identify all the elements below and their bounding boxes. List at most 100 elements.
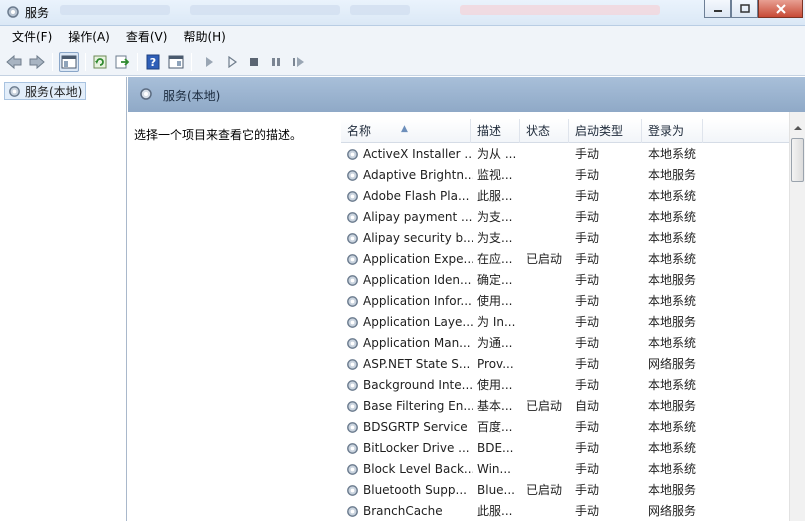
minimize-button[interactable] (704, 0, 731, 18)
table-row[interactable]: Application Infor... 使用... 手动 本地系统 (341, 291, 789, 312)
table-row[interactable]: Background Inte... 使用... 手动 本地系统 (341, 375, 789, 396)
forward-icon (29, 54, 45, 70)
service-status (526, 312, 572, 333)
vertical-scrollbar[interactable] (789, 112, 805, 521)
service-gear-icon (347, 485, 358, 496)
service-gear-icon (347, 422, 358, 433)
service-gear-icon (347, 506, 358, 517)
service-startup-type: 手动 (575, 378, 600, 392)
service-startup-type: 手动 (575, 483, 600, 497)
column-header-status[interactable]: 状态 (520, 119, 569, 143)
service-description: 监视... (477, 168, 513, 182)
service-description: 为支... (477, 231, 513, 245)
help-button[interactable]: ? (143, 52, 163, 72)
restart-service-button[interactable] (289, 52, 309, 72)
service-gear-icon (347, 275, 358, 286)
service-status (526, 459, 572, 480)
service-description: 使用... (477, 378, 513, 392)
table-row[interactable]: Block Level Back... Win... 手动 本地系统 (341, 459, 789, 480)
table-row[interactable]: ActiveX Installer ... 为从 ... 手动 本地系统 (341, 144, 789, 165)
service-startup-type: 手动 (575, 462, 600, 476)
table-row[interactable]: Alipay payment ... 为支... 手动 本地系统 (341, 207, 789, 228)
export-list-icon (115, 55, 130, 69)
tree-node-services-local[interactable]: 服务(本地) (4, 82, 87, 100)
background-window-ghost (460, 5, 660, 15)
table-row[interactable]: Application Laye... 为 In... 手动 本地服务 (341, 312, 789, 333)
service-gear-icon (347, 338, 358, 349)
scroll-up-button[interactable] (790, 120, 805, 136)
menu-view[interactable]: 查看(V) (118, 26, 176, 48)
close-icon (775, 3, 786, 14)
forward-button[interactable] (27, 52, 47, 72)
stop-service-button[interactable] (244, 52, 264, 72)
export-list-button[interactable] (112, 52, 132, 72)
refresh-icon (93, 55, 107, 69)
service-status (526, 501, 572, 521)
service-description: 为支... (477, 210, 513, 224)
close-button[interactable] (758, 0, 803, 18)
column-header-logon-as[interactable]: 登录为 (642, 119, 703, 143)
menu-action[interactable]: 操作(A) (60, 26, 118, 48)
service-logon-as: 本地系统 (648, 462, 697, 476)
properties-button[interactable] (166, 52, 186, 72)
service-status: 已启动 (526, 399, 563, 413)
table-row[interactable]: Application Man... 为通... 手动 本地系统 (341, 333, 789, 354)
table-row[interactable]: Bluetooth Supp... Blue... 已启动 手动 本地服务 (341, 480, 789, 501)
services-gear-icon (9, 86, 20, 97)
services-gear-icon (140, 88, 152, 100)
service-status (526, 291, 572, 312)
scrollbar-thumb[interactable] (791, 138, 804, 182)
toolbar: ? (0, 48, 805, 76)
maximize-button[interactable] (731, 0, 758, 18)
service-startup-type: 手动 (575, 357, 600, 371)
column-header-description[interactable]: 描述 (471, 119, 520, 143)
table-row[interactable]: Application Expe... 在应... 已启动 手动 本地系统 (341, 249, 789, 270)
pane-title: 服务(本地) (163, 89, 221, 103)
table-row[interactable]: Adaptive Brightn... 监视... 手动 本地服务 (341, 165, 789, 186)
pause-service-icon (272, 58, 280, 66)
window-title: 服务 (25, 6, 50, 20)
service-name: Application Laye... (363, 315, 473, 329)
service-description: 百度... (477, 420, 513, 434)
menu-help[interactable]: 帮助(H) (175, 26, 233, 48)
service-name: Block Level Back... (363, 462, 473, 476)
menu-file[interactable]: 文件(F) (4, 26, 60, 48)
column-header-label: 登录为 (648, 124, 685, 138)
service-logon-as: 本地系统 (648, 336, 697, 350)
service-gear-icon (347, 464, 358, 475)
table-row[interactable]: BranchCache 此服... 手动 网络服务 (341, 501, 789, 521)
column-header-startup-type[interactable]: 启动类型 (569, 119, 642, 143)
service-name: Alipay payment ... (363, 210, 473, 224)
service-logon-as: 本地服务 (648, 483, 697, 497)
menu-bar: 文件(F) 操作(A) 查看(V) 帮助(H) (0, 26, 805, 48)
show-console-tree-icon (61, 55, 77, 69)
table-row[interactable]: ASP.NET State S... Prov... 手动 网络服务 (341, 354, 789, 375)
refresh-button[interactable] (90, 52, 110, 72)
table-row[interactable]: Application Iden... 确定... 手动 本地服务 (341, 270, 789, 291)
service-gear-icon (347, 401, 358, 412)
service-description: 此服... (477, 189, 513, 203)
background-window-ghost (190, 5, 340, 15)
service-startup-type: 手动 (575, 168, 600, 182)
table-row[interactable]: Base Filtering En... 基本... 已启动 自动 本地服务 (341, 396, 789, 417)
service-name: Application Expe... (363, 252, 473, 266)
tree-node-label: 服务(本地) (25, 84, 83, 99)
table-row[interactable]: Alipay security b... 为支... 手动 本地系统 (341, 228, 789, 249)
pause-service-button[interactable] (266, 52, 286, 72)
service-startup-type: 手动 (575, 504, 600, 518)
table-row[interactable]: BDSGRTP Service 百度... 手动 本地系统 (341, 417, 789, 438)
start-service-button[interactable] (199, 52, 219, 72)
service-logon-as: 本地系统 (648, 147, 697, 161)
service-description: 基本... (477, 399, 513, 413)
back-button[interactable] (4, 52, 24, 72)
toolbar-separator (85, 53, 86, 71)
console-tree: 服务(本地) (0, 77, 127, 521)
service-logon-as: 网络服务 (648, 504, 697, 518)
service-gear-icon (347, 254, 358, 265)
show-console-tree-button[interactable] (59, 52, 79, 72)
service-gear-icon (347, 170, 358, 181)
table-row[interactable]: Adobe Flash Pla... 此服... 手动 本地系统 (341, 186, 789, 207)
start-service-alt-button[interactable] (222, 52, 242, 72)
column-header-name[interactable]: 名称 ▲ (341, 119, 471, 143)
table-row[interactable]: BitLocker Drive ... BDE... 手动 本地系统 (341, 438, 789, 459)
